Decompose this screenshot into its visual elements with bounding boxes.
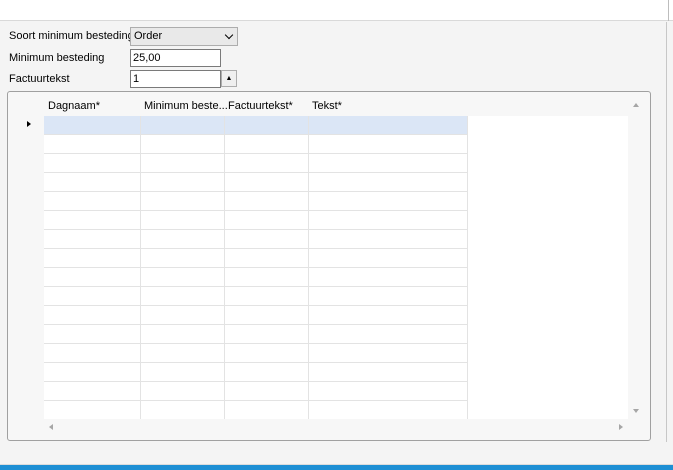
table-row[interactable] — [44, 192, 468, 211]
column-divider — [308, 116, 309, 419]
table-row[interactable] — [44, 135, 468, 154]
table-row[interactable] — [44, 230, 468, 249]
table-row[interactable] — [44, 211, 468, 230]
spin-up-button[interactable]: ▲ — [221, 70, 237, 87]
spend-type-label: Soort minimum besteding — [9, 30, 134, 42]
horizontal-scrollbar[interactable] — [44, 419, 628, 435]
scroll-right-icon[interactable] — [619, 424, 623, 430]
scroll-left-icon[interactable] — [49, 424, 53, 430]
top-area — [0, 0, 673, 21]
vertical-scrollbar[interactable] — [628, 97, 644, 419]
column-header-dagnaam[interactable]: Dagnaam* — [48, 100, 100, 112]
table-row[interactable] — [44, 382, 468, 401]
invoice-text-label: Factuurtekst — [9, 73, 70, 85]
column-header-minimum-besteding[interactable]: Minimum beste... — [144, 100, 228, 112]
invoice-text-spinner[interactable]: 1 — [130, 70, 221, 88]
table-row[interactable] — [44, 363, 468, 382]
grid-body — [44, 116, 468, 420]
table-row[interactable] — [44, 268, 468, 287]
min-spend-input[interactable]: 25,00 — [130, 49, 221, 67]
column-divider — [224, 116, 225, 419]
table-row[interactable] — [44, 173, 468, 192]
column-divider — [140, 116, 141, 419]
min-spend-label: Minimum besteding — [9, 52, 105, 64]
table-row[interactable] — [44, 401, 468, 420]
column-header-tekst[interactable]: Tekst* — [312, 100, 342, 112]
table-row[interactable] — [44, 249, 468, 268]
grid-empty-area — [468, 116, 628, 419]
top-area-divider — [668, 0, 669, 21]
spend-type-value: Order — [134, 30, 163, 42]
table-row[interactable] — [44, 154, 468, 173]
table-row[interactable] — [44, 116, 468, 135]
invoice-text-value: 1 — [133, 73, 140, 85]
table-row[interactable] — [44, 325, 468, 344]
column-header-factuurtekst[interactable]: Factuurtekst* — [228, 100, 293, 112]
scroll-down-icon[interactable] — [633, 409, 639, 413]
spend-type-dropdown[interactable]: Order — [130, 27, 238, 46]
table-row[interactable] — [44, 344, 468, 363]
current-row-arrow-icon — [27, 121, 31, 127]
table-row[interactable] — [44, 287, 468, 306]
min-spend-value: 25,00 — [133, 52, 161, 64]
bottom-accent-bar — [0, 464, 673, 470]
scroll-up-icon[interactable] — [633, 103, 639, 107]
table-row[interactable] — [44, 306, 468, 325]
chevron-down-icon — [224, 30, 234, 40]
